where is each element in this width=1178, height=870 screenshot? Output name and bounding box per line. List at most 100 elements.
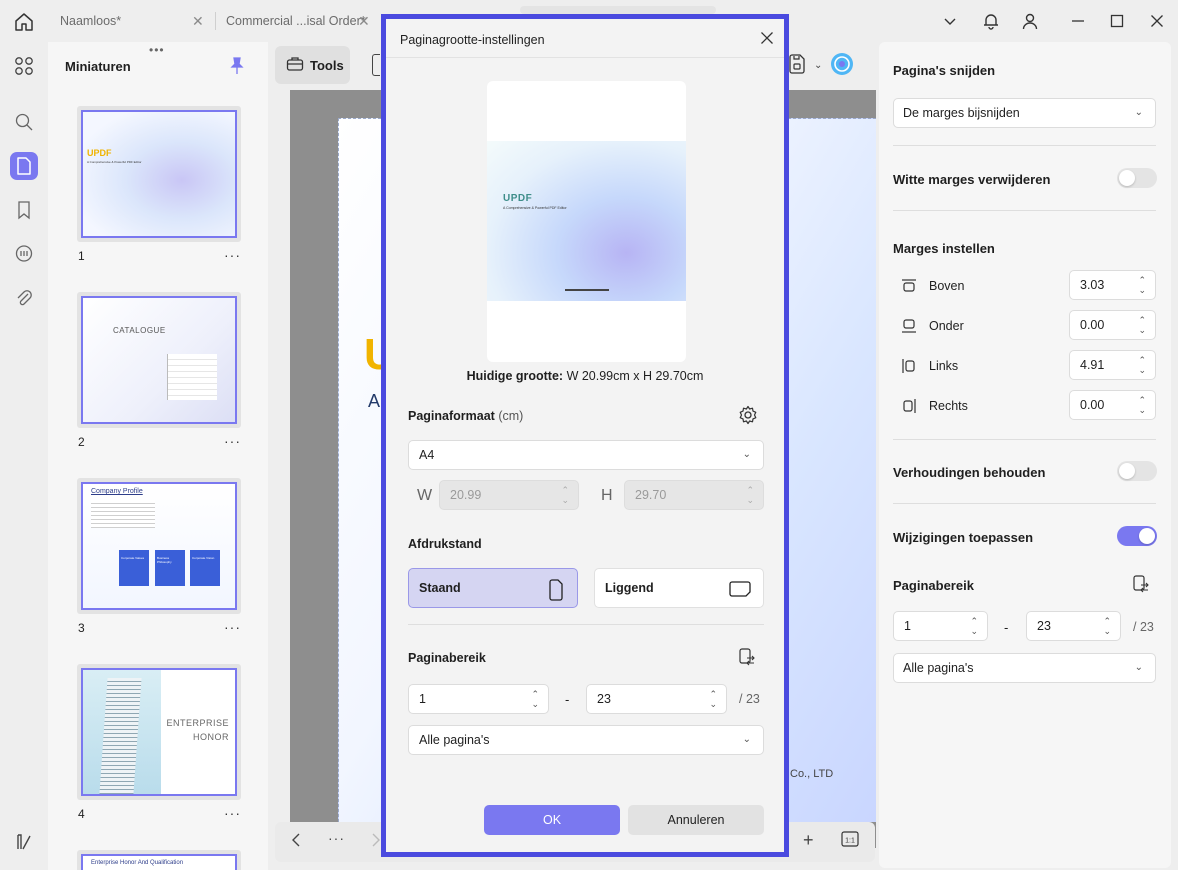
more-options-button[interactable]: ··· (224, 247, 241, 263)
minimize-icon[interactable] (1066, 10, 1090, 32)
more-icon[interactable]: ··· (328, 830, 345, 846)
page-range-heading: Paginabereik (408, 651, 486, 665)
ok-button[interactable]: OK (484, 805, 620, 835)
user-icon[interactable] (1018, 10, 1042, 32)
chevron-down-icon: ⌄ (1134, 662, 1143, 673)
crop-mode-select[interactable]: De marges bijsnijden ⌄ (893, 98, 1156, 128)
dialog-range-from-input[interactable]: 1 ⌃ ⌄ (408, 684, 549, 714)
margin-bottom-icon (901, 318, 917, 334)
pin-icon[interactable] (228, 56, 246, 76)
bookmark-icon[interactable] (10, 196, 38, 224)
page-subset-value: Alle pagina's (903, 661, 974, 675)
remove-white-margins-toggle[interactable] (1117, 168, 1157, 188)
save-icon[interactable] (788, 53, 806, 77)
stepper-arrows[interactable]: ⌃ ⌄ (970, 616, 978, 636)
tab-naamloos[interactable]: Naamloos* ✕ (60, 11, 210, 31)
margin-value: 0.00 (1080, 398, 1105, 412)
stepper-arrows[interactable]: ⌃ ⌄ (531, 689, 539, 709)
toolbar-partial-icon[interactable] (372, 54, 380, 76)
range-from-input[interactable]: 1 ⌃ ⌄ (893, 611, 988, 641)
close-icon[interactable]: ✕ (358, 13, 370, 30)
tools-button[interactable]: Tools (275, 46, 350, 84)
thumbnail-page-2[interactable]: CATALOGUE (77, 292, 241, 428)
stepper-arrows[interactable]: ⌃ ⌄ (709, 689, 717, 709)
close-icon[interactable]: ✕ (192, 13, 204, 30)
page-preview: UPDF A Comprehensive & Powerful PDF Edit… (487, 81, 686, 362)
page-subset-select[interactable]: Alle pagina's ⌄ (893, 653, 1156, 683)
drag-handle[interactable]: ••• (149, 43, 165, 57)
range-to-input[interactable]: 23 ⌃ ⌄ (1026, 611, 1121, 641)
width-letter: W (417, 487, 433, 504)
thumbnail-page-4[interactable]: ENTERPRISE HONOR (77, 664, 241, 800)
range-dash: - (1004, 620, 1009, 635)
stepper-arrows[interactable]: ⌃ ⌄ (1138, 275, 1146, 295)
margin-top-icon (901, 278, 917, 294)
bell-icon[interactable] (979, 10, 1003, 32)
thumbnail-page-1[interactable]: UPDF A Comprehensive & Powerful PDF Edit… (77, 106, 241, 242)
stepper-arrows[interactable]: ⌃ ⌄ (746, 485, 754, 505)
range-total: / 23 (739, 692, 760, 706)
page-size-dialog: Paginagrootte-instellingen UPDF A Compre… (381, 14, 789, 857)
keep-ratio-toggle[interactable] (1117, 461, 1157, 481)
apply-changes-toggle[interactable] (1117, 526, 1157, 546)
page-range-swap-icon[interactable] (738, 647, 756, 670)
margin-bottom-input[interactable]: 0.00 ⌃ ⌄ (1069, 310, 1156, 340)
margin-top-input[interactable]: 3.03 ⌃ ⌄ (1069, 270, 1156, 300)
window-close-icon[interactable] (1145, 10, 1169, 32)
chevron-down-icon: ⌄ (742, 734, 751, 745)
width-value: 20.99 (450, 488, 482, 502)
thumbnail-page-3[interactable]: Company Profile Corporate Values Busines… (77, 478, 241, 614)
attachment-icon[interactable] (10, 284, 38, 312)
search-icon[interactable] (10, 108, 38, 136)
maximize-icon[interactable] (1105, 10, 1129, 32)
active-tab-indicator (520, 6, 716, 14)
page-range-swap-icon[interactable] (1132, 574, 1150, 597)
dialog-range-to-input[interactable]: 23 ⌃ ⌄ (586, 684, 727, 714)
stepper-arrows[interactable]: ⌃ ⌄ (1138, 355, 1146, 375)
margin-value: 3.03 (1080, 278, 1105, 292)
page-format-select[interactable]: A4 ⌄ (408, 440, 764, 470)
range-dash: - (565, 692, 570, 707)
divider (386, 57, 784, 58)
orientation-heading: Afdrukstand (408, 537, 482, 551)
dialog-page-subset-select[interactable]: Alle pagina's ⌄ (408, 725, 764, 755)
stepper-arrows[interactable]: ⌃ ⌄ (1103, 616, 1111, 636)
tab-commercial-order[interactable]: Commercial ...isal Order* ✕ (226, 11, 376, 31)
thumbnail-image: UPDF A Comprehensive & Powerful PDF Edit… (81, 110, 237, 238)
stepper-arrows[interactable]: ⌃ ⌄ (1138, 315, 1146, 335)
stepper-arrows[interactable]: ⌃ ⌄ (1138, 395, 1146, 415)
orientation-landscape-option[interactable]: Liggend (594, 568, 764, 608)
page-range-heading: Paginabereik (893, 578, 974, 593)
margin-row-top: Boven 3.03 ⌃ ⌄ (893, 270, 1156, 302)
page-thumbnails-icon[interactable] (10, 152, 38, 180)
actual-size-icon[interactable]: 1:1 (841, 831, 859, 850)
cancel-button[interactable]: Annuleren (628, 805, 764, 835)
apps-grid-icon[interactable] (10, 52, 38, 80)
orientation-portrait-option[interactable]: Staand (408, 568, 578, 608)
preview-footer-line (565, 289, 609, 291)
previous-page-icon[interactable] (290, 832, 302, 851)
home-icon[interactable] (13, 11, 35, 33)
current-size-value: W 20.99cm x H 29.70cm (566, 369, 704, 383)
more-options-button[interactable]: ··· (224, 433, 241, 449)
tab-label: Naamloos* (60, 14, 122, 28)
margin-left-input[interactable]: 4.91 ⌃ ⌄ (1069, 350, 1156, 380)
gear-icon[interactable] (738, 405, 758, 428)
close-icon[interactable] (760, 29, 774, 50)
width-input[interactable]: 20.99 ⌃ ⌄ (439, 480, 579, 510)
sidebar-toggle-icon[interactable] (10, 828, 38, 856)
divider (408, 624, 764, 625)
thumbnail-page-5[interactable]: Enterprise Honor And Qualification (77, 850, 241, 870)
more-options-button[interactable]: ··· (224, 619, 241, 635)
ai-assistant-icon[interactable] (830, 52, 854, 79)
zoom-in-icon[interactable]: + (803, 830, 814, 851)
document-text-fragment: A (368, 391, 381, 411)
margin-right-input[interactable]: 0.00 ⌃ ⌄ (1069, 390, 1156, 420)
comment-icon[interactable] (10, 240, 38, 268)
stepper-arrows[interactable]: ⌃ ⌄ (561, 485, 569, 505)
chevron-down-icon[interactable] (938, 10, 962, 32)
more-options-button[interactable]: ··· (224, 805, 241, 821)
chevron-down-icon[interactable]: ⌄ (814, 60, 822, 71)
height-input[interactable]: 29.70 ⌃ ⌄ (624, 480, 764, 510)
left-navigation (0, 42, 48, 870)
